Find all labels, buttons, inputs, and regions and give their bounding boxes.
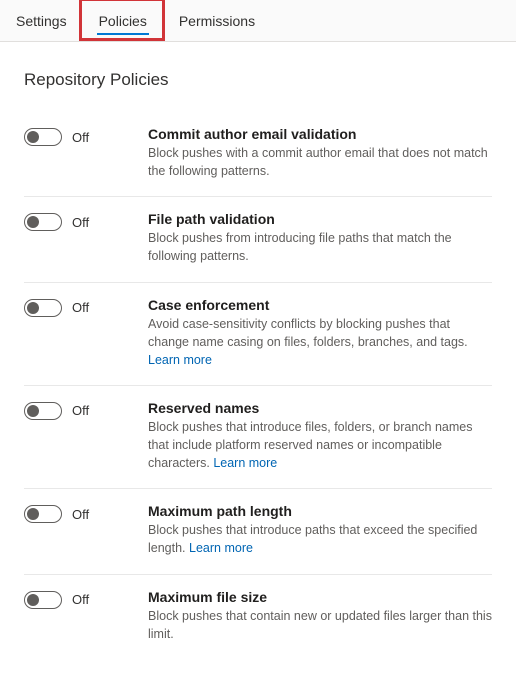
- toggle-column: Off: [24, 400, 148, 420]
- policy-title: Case enforcement: [148, 297, 492, 313]
- toggle-state-label: Off: [72, 507, 89, 522]
- toggle-knob: [27, 131, 39, 143]
- policy-description: Block pushes that introduce files, folde…: [148, 418, 492, 472]
- toggle-reserved-names[interactable]: [24, 402, 62, 420]
- policy-description: Block pushes that introduce paths that e…: [148, 521, 492, 557]
- policy-description: Block pushes from introducing file paths…: [148, 229, 492, 265]
- toggle-max-file-size[interactable]: [24, 591, 62, 609]
- page-content: Repository Policies Off Commit author ema…: [0, 42, 516, 679]
- policies-list: Off Commit author email validation Block p…: [24, 112, 492, 659]
- policy-body: File path validation Block pushes from in…: [148, 211, 492, 265]
- learn-more-link[interactable]: Learn more: [148, 353, 212, 367]
- policy-description-text: Block pushes that introduce files, folde…: [148, 420, 472, 470]
- policy-title: Commit author email validation: [148, 126, 492, 142]
- tab-label: Policies: [99, 13, 147, 29]
- tab-permissions[interactable]: Permissions: [163, 0, 271, 41]
- policy-description-text: Block pushes with a commit author email …: [148, 146, 488, 178]
- policy-description-text: Avoid case-sensitivity conflicts by bloc…: [148, 317, 468, 349]
- toggle-column: Off: [24, 211, 148, 231]
- toggle-state-label: Off: [72, 592, 89, 607]
- toggle-max-path-length[interactable]: [24, 505, 62, 523]
- tab-bar: Settings Policies Permissions: [0, 0, 516, 42]
- toggle-knob: [27, 216, 39, 228]
- toggle-knob: [27, 508, 39, 520]
- toggle-column: Off: [24, 589, 148, 609]
- policy-title: Maximum path length: [148, 503, 492, 519]
- policy-row-file-path-validation: Off File path validation Block pushes from…: [24, 197, 492, 282]
- page-title: Repository Policies: [24, 70, 492, 90]
- toggle-column: Off: [24, 297, 148, 317]
- policy-body: Reserved names Block pushes that introduc…: [148, 400, 492, 472]
- policy-row-case-enforcement: Off Case enforcement Avoid case-sensitivit…: [24, 283, 492, 386]
- policy-row-commit-author-email: Off Commit author email validation Block p…: [24, 112, 492, 197]
- policy-title: Reserved names: [148, 400, 492, 416]
- policy-body: Maximum file size Block pushes that conta…: [148, 589, 492, 643]
- policy-title: File path validation: [148, 211, 492, 227]
- tab-settings[interactable]: Settings: [0, 0, 83, 41]
- policy-description-text: Block pushes that contain new or updated…: [148, 609, 492, 641]
- policy-description: Avoid case-sensitivity conflicts by bloc…: [148, 315, 492, 369]
- policy-description: Block pushes that contain new or updated…: [148, 607, 492, 643]
- toggle-case-enforcement[interactable]: [24, 299, 62, 317]
- policy-row-max-path-length: Off Maximum path length Block pushes that …: [24, 489, 492, 574]
- policy-body: Case enforcement Avoid case-sensitivity c…: [148, 297, 492, 369]
- tab-label: Permissions: [179, 13, 255, 29]
- toggle-commit-author-email[interactable]: [24, 128, 62, 146]
- toggle-column: Off: [24, 126, 148, 146]
- toggle-file-path-validation[interactable]: [24, 213, 62, 231]
- policy-row-reserved-names: Off Reserved names Block pushes that intro…: [24, 386, 492, 489]
- policy-description: Block pushes with a commit author email …: [148, 144, 492, 180]
- policy-body: Commit author email validation Block push…: [148, 126, 492, 180]
- toggle-state-label: Off: [72, 403, 89, 418]
- learn-more-link[interactable]: Learn more: [189, 541, 253, 555]
- toggle-knob: [27, 302, 39, 314]
- policy-body: Maximum path length Block pushes that int…: [148, 503, 492, 557]
- tab-label: Settings: [16, 13, 67, 29]
- tab-policies[interactable]: Policies: [83, 0, 163, 41]
- learn-more-link[interactable]: Learn more: [213, 456, 277, 470]
- toggle-knob: [27, 594, 39, 606]
- policy-description-text: Block pushes from introducing file paths…: [148, 231, 452, 263]
- toggle-state-label: Off: [72, 215, 89, 230]
- policy-row-max-file-size: Off Maximum file size Block pushes that co…: [24, 575, 492, 659]
- toggle-knob: [27, 405, 39, 417]
- toggle-state-label: Off: [72, 300, 89, 315]
- toggle-state-label: Off: [72, 130, 89, 145]
- policy-title: Maximum file size: [148, 589, 492, 605]
- toggle-column: Off: [24, 503, 148, 523]
